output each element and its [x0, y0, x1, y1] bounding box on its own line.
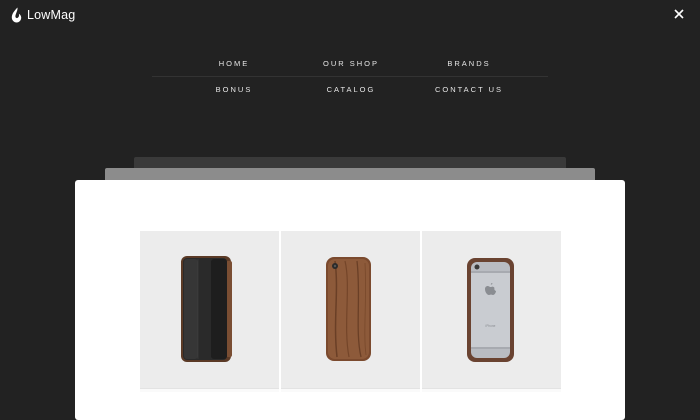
- menu-item-our-shop[interactable]: OUR SHOP: [291, 59, 411, 68]
- menu-item-contact-us[interactable]: CONTACT US: [409, 85, 529, 94]
- product-card[interactable]: [281, 231, 420, 392]
- menu-item-brands[interactable]: BRANDS: [409, 59, 529, 68]
- menu-item-bonus[interactable]: BONUS: [174, 85, 294, 94]
- product-image-wood-bumper-case: iPhone: [422, 231, 561, 388]
- black-leather-case-image: [181, 256, 232, 362]
- brand-logo[interactable]: LowMag: [11, 7, 75, 23]
- product-panel: iPhone: [75, 180, 625, 420]
- walnut-case-image: [326, 257, 371, 361]
- product-card[interactable]: iPhone: [422, 231, 561, 392]
- product-card-footer: [281, 388, 420, 392]
- flame-drop-icon: [11, 7, 22, 23]
- wood-bumper-case-image: iPhone: [467, 258, 514, 362]
- logo-text: LowMag: [27, 8, 76, 22]
- menu-item-home[interactable]: HOME: [174, 59, 294, 68]
- close-button[interactable]: [672, 6, 686, 22]
- product-card-footer: [140, 388, 279, 392]
- svg-text:iPhone: iPhone: [486, 324, 496, 328]
- menu-divider: [152, 76, 548, 77]
- close-icon: [674, 9, 684, 19]
- product-card-footer: [422, 388, 561, 392]
- product-card[interactable]: [140, 231, 279, 392]
- menu-item-catalog[interactable]: CATALOG: [291, 85, 411, 94]
- product-image-black-leather-case: [140, 231, 279, 388]
- product-image-walnut-case: [281, 231, 420, 388]
